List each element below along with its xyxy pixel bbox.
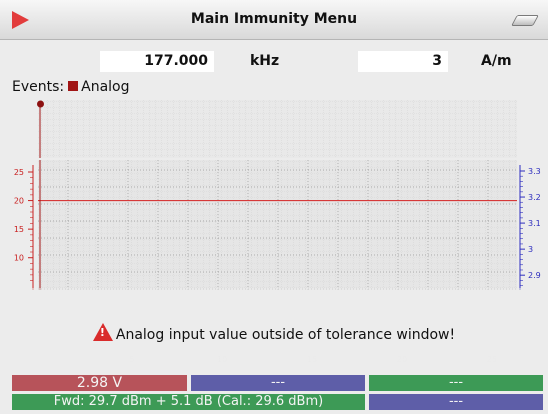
warning-icon: ! [92,323,113,341]
event-marker [37,100,45,108]
left-tick-label: 20 [14,197,24,206]
right-tick-label: 3.1 [528,219,541,228]
status-blue-2[interactable]: --- [369,394,543,410]
left-axis-ticks: 25 20 15 10 [14,168,33,281]
forward-power-box[interactable]: Fwd: 29.7 dBm + 5.1 dB (Cal.: 29.6 dBm) [12,394,365,410]
analog-value-box[interactable]: 2.98 V [12,375,187,391]
right-tick-label: 3 [528,245,533,254]
events-strip [37,100,517,158]
right-tick-label: 2.9 [528,271,541,280]
status-green-1[interactable]: --- [369,375,543,391]
left-tick-label: 15 [14,225,24,234]
right-tick-label: 3.3 [528,167,541,176]
warning-text: Analog input value outside of tolerance … [115,327,456,343]
right-tick-label: 3.2 [528,193,541,202]
left-tick-label: 10 [14,254,24,263]
left-tick-label: 25 [14,168,24,177]
right-axis-ticks: 3.3 3.2 3.1 3 2.9 [520,167,541,286]
status-blue-1[interactable]: --- [191,375,365,391]
warning-message: ! Analog input value outside of tolerance… [0,323,548,343]
